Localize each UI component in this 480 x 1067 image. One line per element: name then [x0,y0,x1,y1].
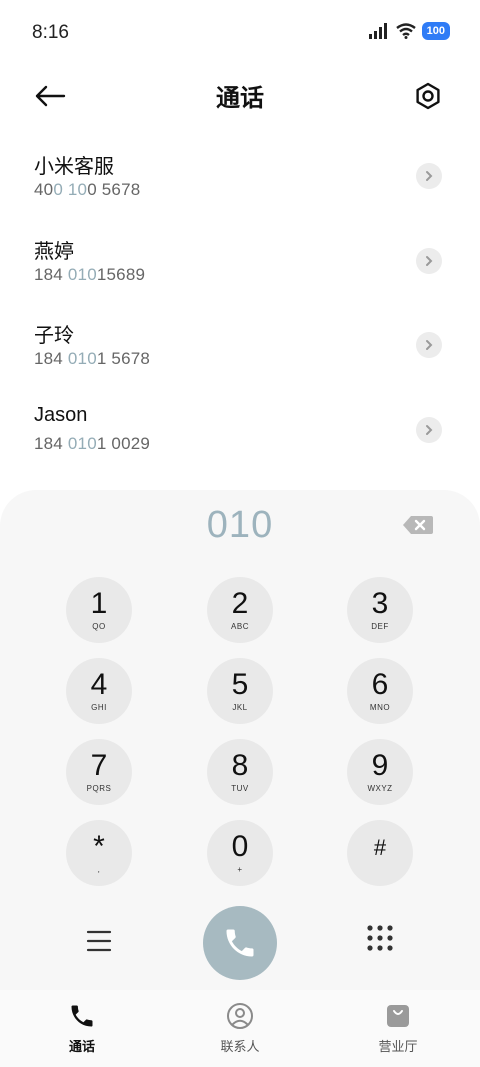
nav-item-calls[interactable]: 通话 [32,1002,132,1055]
key-4[interactable]: 4 GHI [66,658,132,724]
status-time: 8:16 [32,22,69,43]
key-9[interactable]: 9 WXYZ [347,739,413,805]
contact-name: 子玲 [34,325,74,347]
keypad-toggle-button[interactable] [365,923,395,953]
nav-label: 通话 [68,1039,95,1054]
contact-list: 小米客服 400 100 5678 燕婷 184 01015689 子玲 184… [0,132,480,470]
wifi-icon [395,23,416,39]
contact-row[interactable]: 子玲 184 0101 5678 [0,301,480,386]
nav-item-store[interactable]: 营业厅 [348,1002,448,1055]
dialpad-panel: 010 1 QO 2 ABC 3 DEF 4 GHI 5 JKL 6 MNO 7… [0,490,480,990]
nav-label: 联系人 [220,1039,260,1054]
contact-number: 400 100 5678 [34,180,141,199]
contact-name: Jason [34,403,88,426]
settings-button[interactable] [408,76,448,116]
header: 通话 [0,68,480,124]
contact-detail-button[interactable] [416,332,442,358]
contact-number: 184 0101 5678 [34,349,151,368]
signal-icon [368,23,387,39]
key-0[interactable]: 0 + [207,820,273,886]
chevron-right-icon [426,424,433,435]
contact-row[interactable]: 燕婷 184 01015689 [0,217,480,302]
chevron-right-icon [426,171,433,181]
key-6[interactable]: 6 MNO [347,658,413,724]
nav-label: 营业厅 [378,1039,418,1054]
chevron-right-icon [426,255,433,266]
contact-name: 燕婷 [34,240,74,263]
contact-detail-button[interactable] [416,416,442,443]
key-hash[interactable]: # [347,820,413,886]
bottom-nav: 通话 联系人 营业厅 [0,990,480,1067]
backspace-icon [403,516,433,534]
call-button[interactable] [203,906,277,980]
status-icons: 100 [368,22,450,40]
keypad-icon [367,925,393,951]
contact-number: 184 01015689 [34,264,146,284]
bag-icon [387,1005,409,1027]
contact-row[interactable]: 小米客服 400 100 5678 [0,132,480,217]
key-star[interactable]: * , [66,820,132,886]
person-icon [227,1003,253,1029]
chevron-right-icon [426,340,433,350]
status-bar: 8:16 100 [0,0,480,68]
key-1[interactable]: 1 QO [66,577,132,643]
key-7[interactable]: 7 PQRS [66,739,132,805]
contact-name: 小米客服 [34,156,114,178]
nav-item-contacts[interactable]: 联系人 [190,1002,290,1055]
backspace-button[interactable] [402,514,434,536]
menu-button[interactable] [82,926,116,956]
key-3[interactable]: 3 DEF [347,577,413,643]
contact-detail-button[interactable] [416,163,442,189]
contact-row[interactable]: Jason 184 0101 0029 [0,386,480,471]
phone-icon [226,929,254,957]
phone-icon [71,1005,93,1027]
key-2[interactable]: 2 ABC [207,577,273,643]
menu-icon [86,930,112,952]
contact-detail-button[interactable] [416,247,442,274]
contact-number: 184 0101 0029 [34,433,151,453]
battery-indicator: 100 [421,22,450,40]
key-5[interactable]: 5 JKL [207,658,273,724]
key-8[interactable]: 8 TUV [207,739,273,805]
settings-icon [416,82,440,110]
